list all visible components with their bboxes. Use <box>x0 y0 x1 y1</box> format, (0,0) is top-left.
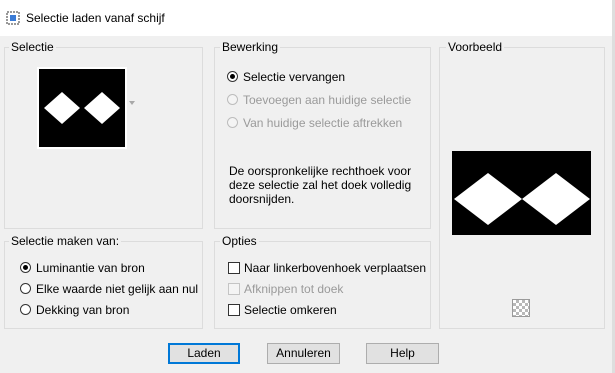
info-line-3: doorsnijden. <box>229 192 295 206</box>
label-niet-nul: Elke waarde niet gelijk aan nul <box>36 282 199 296</box>
preview-shapes <box>454 173 590 225</box>
selection-app-icon <box>6 11 20 25</box>
voorbeeld-legend: Voorbeeld <box>446 40 505 54</box>
load-button[interactable]: Laden <box>168 343 240 364</box>
selection-thumbnail[interactable] <box>37 67 127 149</box>
radio-dekking[interactable] <box>20 304 31 315</box>
checkbox-linkerbovenhoek[interactable] <box>228 262 240 274</box>
radio-aftrekken[interactable] <box>227 117 238 128</box>
label-dekking: Dekking van bron <box>36 303 130 317</box>
info-line-1: De oorspronkelijke rechthoek voor <box>229 164 412 178</box>
label-luminantie: Luminantie van bron <box>36 261 145 275</box>
opties-legend: Opties <box>220 234 259 248</box>
radio-selectie-vervangen[interactable] <box>227 71 238 82</box>
selection-thumbnail-image <box>44 92 120 124</box>
radio-selected-dot <box>230 74 235 79</box>
bewerking-legend: Bewerking <box>220 40 281 54</box>
thumbnail-scroll-down-icon[interactable] <box>129 101 135 105</box>
radio-toevoegen[interactable] <box>227 94 238 105</box>
selectie-legend: Selectie <box>9 40 56 54</box>
checkerboard-icon[interactable] <box>512 299 530 317</box>
window-title: Selectie laden vanaf schijf <box>26 11 165 25</box>
label-linkerbovenhoek: Naar linkerbovenhoek verplaatsen <box>244 261 427 275</box>
checkbox-omkeren[interactable] <box>228 304 240 316</box>
preview-image <box>452 151 591 235</box>
cancel-button[interactable]: Annuleren <box>267 343 340 364</box>
maken-van-legend: Selectie maken van: <box>9 234 122 248</box>
label-omkeren: Selectie omkeren <box>244 303 337 317</box>
help-button[interactable]: Help <box>366 343 439 364</box>
label-aftrekken: Van huidige selectie aftrekken <box>243 116 403 130</box>
radio-luminantie[interactable] <box>20 262 31 273</box>
info-text: De oorspronkelijke rechthoek voor deze s… <box>229 164 419 206</box>
radio-selected-dot <box>23 265 28 270</box>
radio-niet-nul[interactable] <box>20 283 31 294</box>
checkbox-afknippen[interactable] <box>228 283 240 295</box>
label-toevoegen: Toevoegen aan huidige selectie <box>243 93 412 107</box>
label-afknippen: Afknippen tot doek <box>244 282 344 296</box>
title-bar: Selectie laden vanaf schijf <box>0 0 615 36</box>
info-line-2: deze selectie zal het doek volledig <box>229 178 412 192</box>
label-selectie-vervangen: Selectie vervangen <box>243 70 346 84</box>
